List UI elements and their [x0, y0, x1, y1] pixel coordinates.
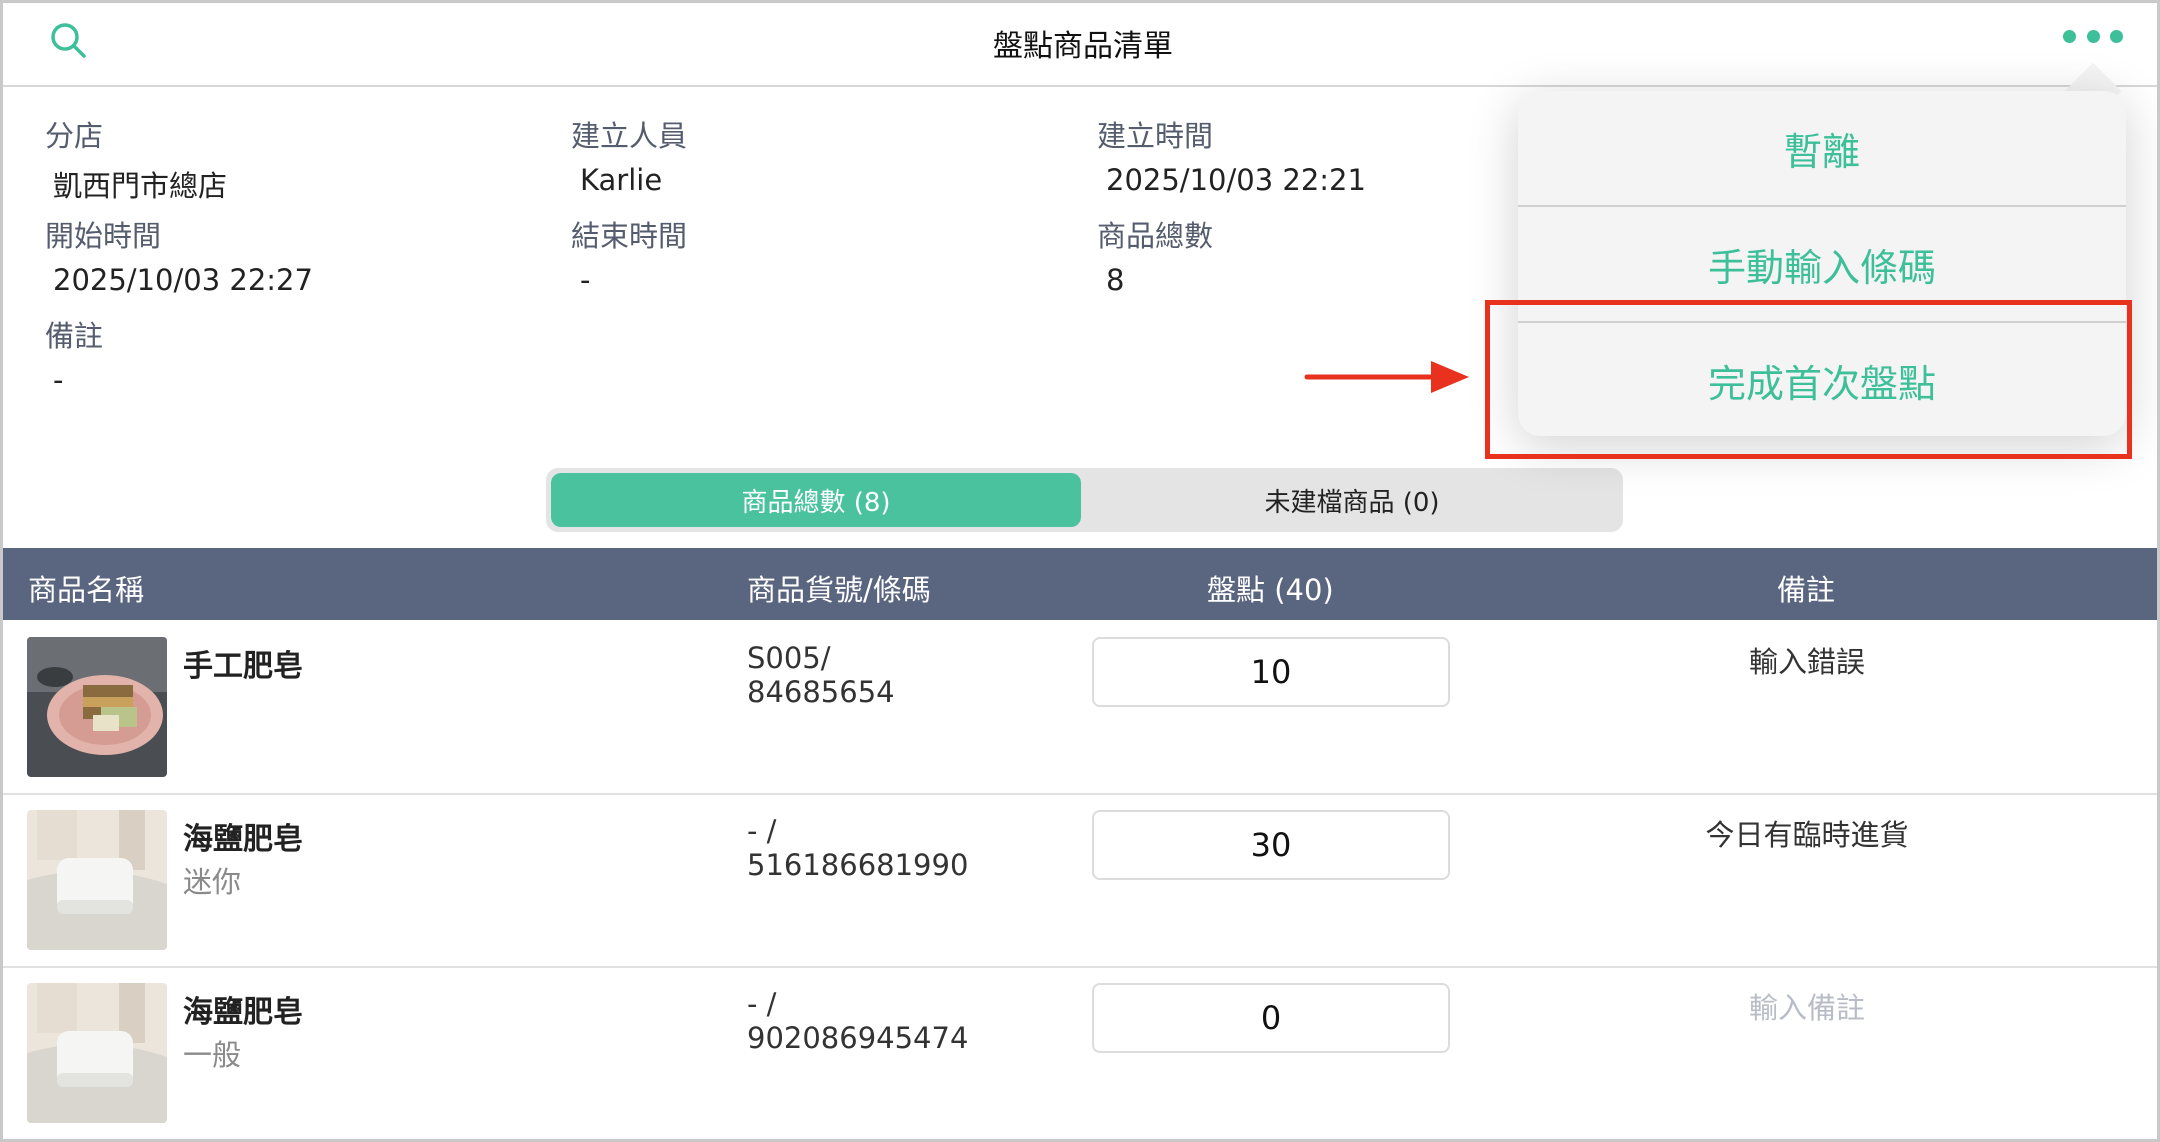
more-options-button[interactable] — [2063, 21, 2123, 51]
top-bar: 盤點商品清單 — [3, 3, 2157, 87]
product-name: 海鹽肥皂 — [183, 995, 303, 1030]
creator-label: 建立人員 — [571, 119, 688, 153]
table-row[interactable]: 手工肥皂 S005/ 84685654 10 輸入錯誤 — [3, 622, 2157, 795]
table-header: 商品名稱 商品貨號/條碼 盤點 (40) 備註 — [3, 548, 2157, 620]
created-time-label: 建立時間 — [1097, 119, 1214, 153]
creator-value: Karlie — [580, 163, 663, 197]
column-header-code: 商品貨號/條碼 — [747, 573, 931, 607]
product-variant: 迷你 — [183, 865, 242, 899]
remark-field[interactable]: 今日有臨時進貨 — [1577, 812, 2037, 854]
count-input[interactable]: 10 — [1092, 637, 1450, 707]
note-label: 備註 — [45, 319, 104, 353]
end-time-value: - — [580, 263, 591, 297]
more-dot — [2086, 29, 2100, 43]
product-variant: 一般 — [183, 1038, 242, 1072]
tab-all-items[interactable]: 商品總數 (8) — [551, 473, 1081, 527]
product-code-barcode: 84685654 — [747, 675, 895, 709]
product-code-barcode: 516186681990 — [747, 848, 969, 882]
product-image — [27, 637, 167, 777]
table-row[interactable]: 海鹽肥皂 一般 - / 902086945474 0 輸入備註 — [3, 968, 2157, 1139]
annotation-arrow-icon — [1304, 361, 1469, 393]
created-time-value: 2025/10/03 22:21 — [1106, 163, 1366, 197]
column-header-remark: 備註 — [1777, 573, 1836, 607]
tab-segmented-control: 商品總數 (8) 未建檔商品 (0) — [546, 468, 1623, 532]
remark-field[interactable]: 輸入備註 — [1577, 985, 2037, 1027]
product-code: S005/ 84685654 — [747, 641, 895, 709]
product-image — [27, 983, 167, 1123]
product-code-sku: - / — [747, 987, 777, 1021]
product-name: 手工肥皂 — [183, 649, 303, 684]
tab-unregistered-items[interactable]: 未建檔商品 (0) — [1086, 473, 1618, 527]
product-image — [27, 810, 167, 950]
annotation-highlight-box — [1485, 300, 2132, 459]
more-dot — [2063, 29, 2076, 43]
branch-value: 凱西門市總店 — [53, 169, 228, 203]
remark-field[interactable]: 輸入錯誤 — [1577, 639, 2037, 681]
more-dot — [2110, 29, 2123, 43]
note-value: - — [53, 363, 64, 397]
product-code-sku: S005/ — [747, 641, 831, 675]
total-items-value: 8 — [1106, 263, 1125, 297]
total-items-label: 商品總數 — [1097, 219, 1214, 253]
app-window: 盤點商品清單 分店 凱西門市總店 建立人員 Karlie 建立時間 2025/1… — [0, 0, 2160, 1142]
start-time-label: 開始時間 — [45, 219, 162, 253]
end-time-label: 結束時間 — [571, 219, 688, 253]
product-code: - / 516186681990 — [747, 814, 968, 882]
column-header-name: 商品名稱 — [28, 573, 145, 607]
branch-label: 分店 — [45, 119, 104, 153]
column-header-count: 盤點 (40) — [1207, 573, 1334, 607]
page-title: 盤點商品清單 — [993, 29, 1173, 64]
product-code-sku: - / — [747, 814, 777, 848]
start-time-value: 2025/10/03 22:27 — [53, 263, 313, 297]
menu-item-pause[interactable]: 暫離 — [1518, 91, 2126, 205]
table-row[interactable]: 海鹽肥皂 迷你 - / 516186681990 30 今日有臨時進貨 — [3, 795, 2157, 968]
count-input[interactable]: 0 — [1092, 983, 1450, 1053]
count-input[interactable]: 30 — [1092, 810, 1450, 880]
product-name: 海鹽肥皂 — [183, 822, 303, 857]
product-code: - / 902086945474 — [747, 987, 968, 1055]
product-code-barcode: 902086945474 — [747, 1021, 969, 1055]
